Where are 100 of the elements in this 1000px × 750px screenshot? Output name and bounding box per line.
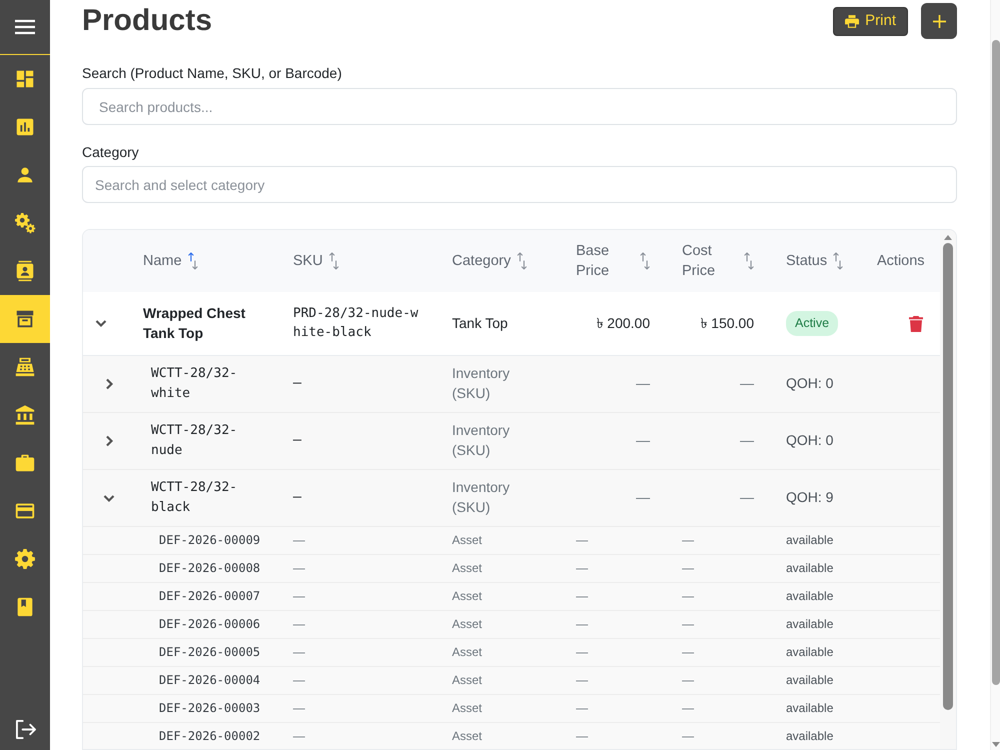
settings-icon[interactable] — [14, 548, 36, 570]
status-badge: Active — [786, 310, 838, 336]
sort-icon[interactable] — [516, 252, 527, 270]
base-price-cell: — — [564, 355, 670, 412]
category-field[interactable]: Search and select category — [82, 166, 957, 203]
product-name: Wrapped Chest Tank Top — [131, 292, 281, 355]
base-price-cell: — — [564, 694, 670, 722]
sort-icon[interactable] — [833, 252, 844, 270]
chevron-right-icon[interactable] — [103, 378, 115, 390]
base-price-cell: — — [564, 412, 670, 469]
contact-card-icon[interactable] — [14, 260, 36, 282]
asset-name: DEF-2026-00005 — [131, 638, 281, 666]
status-cell: available — [774, 666, 865, 694]
field-label: Category — [82, 143, 140, 162]
asset-name: DEF-2026-00004 — [131, 666, 281, 694]
archive-box-icon[interactable] — [14, 308, 36, 330]
base-price-cell: ৳ 200.00 — [564, 292, 670, 355]
column-header[interactable]: Category — [440, 230, 564, 292]
menu-icon[interactable] — [15, 19, 35, 35]
category-cell: Inventory (SKU) — [440, 355, 564, 412]
trash-icon[interactable] — [909, 316, 923, 332]
category-cell: Asset — [440, 610, 564, 638]
quantity-cell: QOH: 9 — [774, 469, 865, 526]
add-button[interactable] — [921, 3, 957, 39]
cost-price-cell: — — [670, 638, 774, 666]
chevron-down-icon[interactable] — [95, 317, 107, 330]
cost-price-cell: — — [670, 694, 774, 722]
scroll-down-icon[interactable] — [992, 742, 1000, 747]
column-header[interactable]: Name — [131, 230, 281, 292]
base-price-cell: — — [564, 582, 670, 610]
sku-cell: — — [281, 469, 440, 526]
category-cell: Asset — [440, 694, 564, 722]
cost-price-cell: — — [670, 526, 774, 554]
status-cell: available — [774, 610, 865, 638]
asset-name: DEF-2026-00006 — [131, 610, 281, 638]
base-price-cell: — — [564, 722, 670, 749]
column-header: Actions — [865, 230, 940, 292]
quantity-cell: QOH: 0 — [774, 412, 865, 469]
base-price-cell: — — [564, 638, 670, 666]
variant-name: WCTT-28/32-nude — [131, 412, 281, 469]
category-cell: Asset — [440, 526, 564, 554]
variant-name: WCTT-28/32-white — [131, 355, 281, 412]
dashboard-icon[interactable] — [14, 68, 36, 90]
sku-cell: — — [281, 526, 440, 554]
category-cell: Asset — [440, 722, 564, 749]
column-header[interactable]: Cost Price — [670, 230, 774, 292]
category-cell: Asset — [440, 638, 564, 666]
briefcase-icon[interactable] — [14, 452, 36, 474]
bank-icon[interactable] — [14, 404, 36, 426]
cost-price-cell: — — [670, 554, 774, 582]
sku-cell: — — [281, 582, 440, 610]
category-cell: Inventory (SKU) — [440, 412, 564, 469]
cash-register-icon[interactable] — [14, 356, 36, 378]
cost-price-cell: — — [670, 412, 774, 469]
cost-price-cell: — — [670, 722, 774, 749]
sort-icon[interactable] — [188, 252, 198, 270]
cost-price-cell: — — [670, 610, 774, 638]
sku-cell: — — [281, 722, 440, 749]
cost-price-cell: — — [670, 355, 774, 412]
sku-cell: — — [281, 610, 440, 638]
status-cell: available — [774, 722, 865, 749]
cost-price-cell: — — [670, 666, 774, 694]
bar-chart-icon[interactable] — [14, 116, 36, 138]
scroll-up-icon[interactable] — [944, 235, 952, 240]
sidebar-item[interactable] — [0, 295, 50, 343]
sort-icon[interactable] — [328, 252, 339, 270]
column-header[interactable]: Status — [774, 230, 865, 292]
sort-icon[interactable] — [744, 252, 754, 270]
cost-price-cell: — — [670, 469, 774, 526]
sku-cell: — — [281, 638, 440, 666]
sku-cell: PRD-28/32-nude-white-black — [281, 292, 440, 355]
sku-cell: — — [281, 694, 440, 722]
logout-icon[interactable] — [14, 720, 36, 738]
printer-icon[interactable] — [845, 14, 860, 28]
cost-price-cell: ৳ 150.00 — [670, 292, 774, 355]
status-cell: available — [774, 554, 865, 582]
cost-price-cell: — — [670, 582, 774, 610]
sku-cell: — — [281, 554, 440, 582]
column-header[interactable]: SKU — [281, 230, 440, 292]
scrollbar-thumb[interactable] — [943, 243, 953, 710]
asset-name: DEF-2026-00007 — [131, 582, 281, 610]
search-field[interactable]: Search products... — [82, 88, 957, 125]
category-cell: Asset — [440, 666, 564, 694]
page-title: Products — [82, 3, 212, 39]
plus-icon[interactable] — [932, 14, 946, 28]
column-header[interactable]: Base Price — [564, 230, 670, 292]
asset-name: DEF-2026-00002 — [131, 722, 281, 749]
chevron-right-icon[interactable] — [103, 434, 115, 446]
print-button[interactable]: Print — [833, 6, 908, 36]
status-cell: available — [774, 526, 865, 554]
gears-icon[interactable] — [14, 212, 36, 234]
status-cell: available — [774, 638, 865, 666]
sku-cell: — — [281, 355, 440, 412]
category-cell: Asset — [440, 554, 564, 582]
sort-icon[interactable] — [640, 252, 650, 270]
scrollbar-thumb[interactable] — [992, 40, 1000, 685]
asset-name: DEF-2026-00003 — [131, 694, 281, 722]
category-cell: Asset — [440, 582, 564, 610]
asset-name: DEF-2026-00008 — [131, 554, 281, 582]
field-label: Search (Product Name, SKU, or Barcode) — [82, 64, 343, 83]
